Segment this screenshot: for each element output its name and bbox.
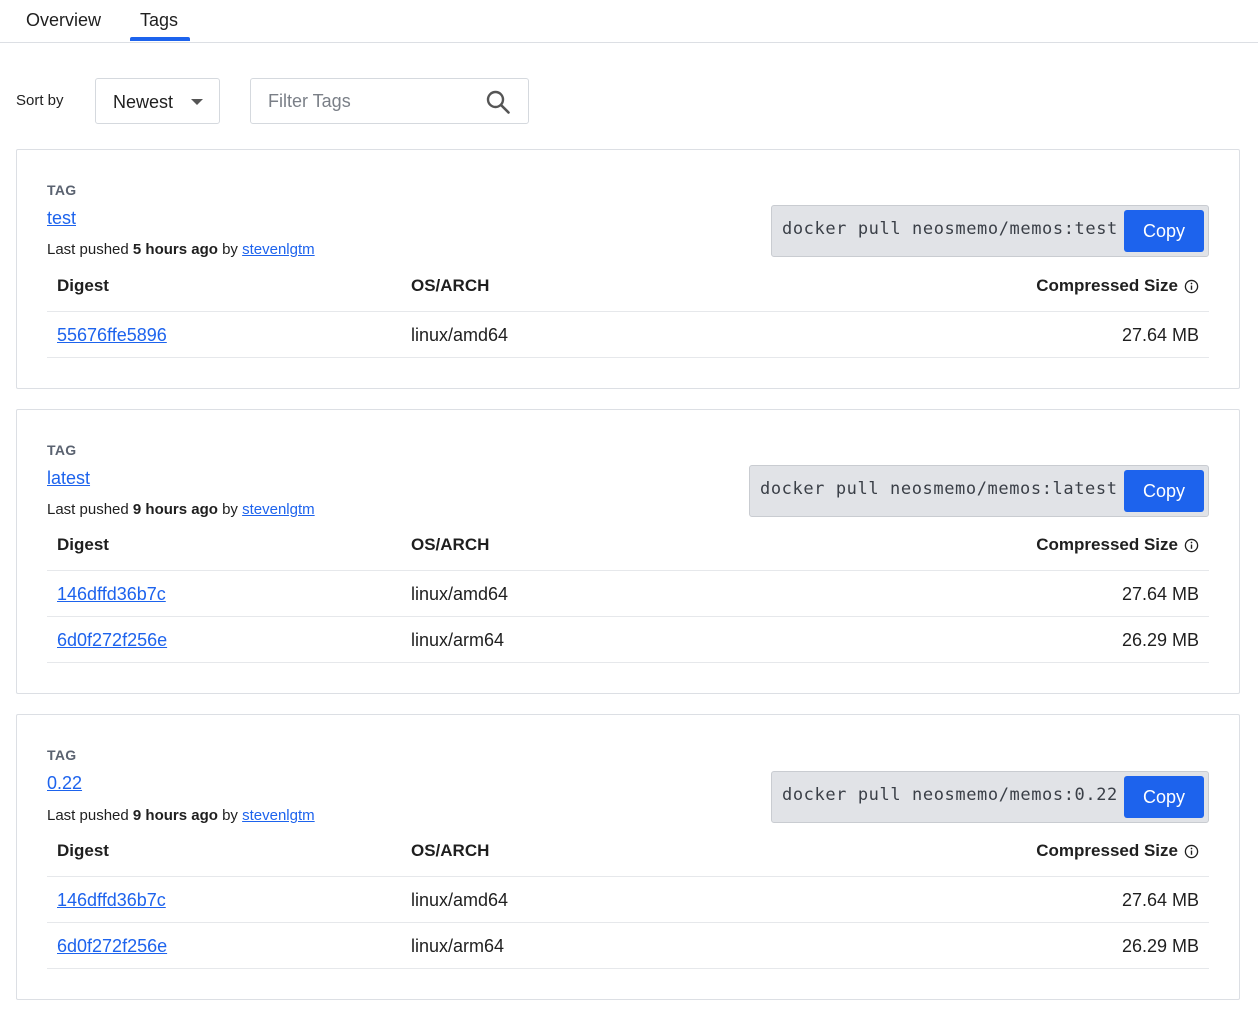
docker-pull-command: docker pull neosmemo/memos:0.22 Copy bbox=[771, 771, 1209, 823]
pushed-by-user-link[interactable]: stevenlgtm bbox=[242, 241, 315, 258]
sort-dropdown[interactable]: Newest bbox=[95, 78, 220, 124]
tag-heading: TAG bbox=[47, 747, 77, 763]
digest-link[interactable]: 6d0f272f256e bbox=[57, 630, 167, 651]
pull-command-text: docker pull neosmemo/memos:latest bbox=[760, 479, 1118, 499]
tag-heading: TAG bbox=[47, 442, 77, 458]
digest-link[interactable]: 146dffd36b7c bbox=[57, 584, 166, 605]
tag-name-link[interactable]: test bbox=[47, 208, 76, 229]
os-arch-column-header: OS/ARCH bbox=[411, 276, 490, 295]
sort-label: Sort by bbox=[16, 92, 64, 109]
copy-button[interactable]: Copy bbox=[1124, 776, 1204, 818]
tag-name-link[interactable]: latest bbox=[47, 468, 90, 489]
digest-link[interactable]: 6d0f272f256e bbox=[57, 936, 167, 957]
table-row: 146dffd36b7c linux/amd64 27.64 MB bbox=[47, 571, 1209, 617]
tag-card: TAG 0.22 Last pushed 9 hours ago by stev… bbox=[16, 714, 1240, 1000]
tag-card: TAG latest Last pushed 9 hours ago by st… bbox=[16, 409, 1240, 694]
table-row: 6d0f272f256e linux/arm64 26.29 MB bbox=[47, 923, 1209, 969]
size-value: 26.29 MB bbox=[1121, 936, 1199, 956]
compressed-size-column-header: Compressed Size bbox=[1036, 535, 1199, 555]
compressed-size-column-header: Compressed Size bbox=[1036, 841, 1199, 861]
sort-dropdown-value: Newest bbox=[113, 92, 174, 112]
digest-column-header: Digest bbox=[57, 841, 109, 860]
table-header: Digest OS/ARCH Compressed Size bbox=[47, 521, 1209, 571]
filter-tags-field bbox=[250, 78, 529, 124]
caret-down-icon bbox=[191, 99, 203, 105]
table-header: Digest OS/ARCH Compressed Size bbox=[47, 262, 1209, 312]
digest-link[interactable]: 55676ffe5896 bbox=[57, 325, 167, 346]
os-arch-value: linux/arm64 bbox=[411, 630, 505, 650]
os-arch-value: linux/amd64 bbox=[411, 890, 509, 910]
info-icon[interactable] bbox=[1184, 279, 1199, 294]
table-row: 146dffd36b7c linux/amd64 27.64 MB bbox=[47, 877, 1209, 923]
last-pushed-text: Last pushed 9 hours ago by stevenlgtm bbox=[47, 807, 315, 824]
table-header: Digest OS/ARCH Compressed Size bbox=[47, 827, 1209, 877]
table-row: 55676ffe5896 linux/amd64 27.64 MB bbox=[47, 312, 1209, 358]
tab-bar: Overview Tags bbox=[0, 0, 1258, 43]
pull-command-text: docker pull neosmemo/memos:test bbox=[782, 219, 1118, 239]
size-value: 27.64 MB bbox=[1121, 584, 1199, 604]
size-value: 27.64 MB bbox=[1121, 890, 1199, 910]
tag-card: TAG test Last pushed 5 hours ago by stev… bbox=[16, 149, 1240, 389]
digest-link[interactable]: 146dffd36b7c bbox=[57, 890, 166, 911]
tab-tags[interactable]: Tags bbox=[140, 10, 178, 31]
os-arch-value: linux/amd64 bbox=[411, 584, 509, 604]
copy-button[interactable]: Copy bbox=[1124, 470, 1204, 512]
digest-column-header: Digest bbox=[57, 535, 109, 554]
copy-button[interactable]: Copy bbox=[1124, 210, 1204, 252]
docker-pull-command: docker pull neosmemo/memos:test Copy bbox=[771, 205, 1209, 257]
pushed-by-user-link[interactable]: stevenlgtm bbox=[242, 501, 315, 518]
size-value: 27.64 MB bbox=[1121, 325, 1199, 345]
os-arch-column-header: OS/ARCH bbox=[411, 535, 490, 554]
os-arch-value: linux/arm64 bbox=[411, 936, 505, 956]
pushed-time: 9 hours ago bbox=[132, 807, 218, 824]
active-tab-indicator bbox=[130, 37, 190, 41]
size-value: 26.29 MB bbox=[1121, 630, 1199, 650]
table-row: 6d0f272f256e linux/arm64 26.29 MB bbox=[47, 617, 1209, 663]
search-icon[interactable] bbox=[485, 89, 511, 115]
tab-overview[interactable]: Overview bbox=[26, 10, 101, 31]
digest-column-header: Digest bbox=[57, 276, 109, 295]
last-pushed-text: Last pushed 9 hours ago by stevenlgtm bbox=[47, 501, 315, 518]
info-icon[interactable] bbox=[1184, 538, 1199, 553]
pushed-by-user-link[interactable]: stevenlgtm bbox=[242, 807, 315, 824]
compressed-size-column-header: Compressed Size bbox=[1036, 276, 1199, 296]
tag-heading: TAG bbox=[47, 182, 77, 198]
pushed-time: 9 hours ago bbox=[132, 501, 218, 518]
docker-pull-command: docker pull neosmemo/memos:latest Copy bbox=[749, 465, 1209, 517]
os-arch-value: linux/amd64 bbox=[411, 325, 509, 345]
filter-tags-input[interactable] bbox=[252, 80, 472, 122]
pull-command-text: docker pull neosmemo/memos:0.22 bbox=[782, 785, 1118, 805]
pushed-time: 5 hours ago bbox=[132, 241, 218, 258]
tag-name-link[interactable]: 0.22 bbox=[47, 773, 82, 794]
os-arch-column-header: OS/ARCH bbox=[411, 841, 490, 860]
last-pushed-text: Last pushed 5 hours ago by stevenlgtm bbox=[47, 241, 315, 258]
info-icon[interactable] bbox=[1184, 844, 1199, 859]
